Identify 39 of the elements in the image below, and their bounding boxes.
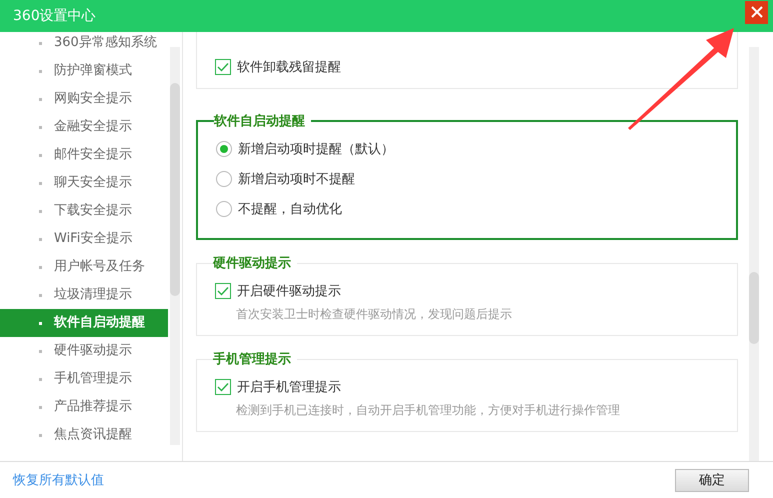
sidebar-item[interactable]: 软件自启动提醒 xyxy=(0,309,168,337)
sidebar-item[interactable]: 硬件驱动提示 xyxy=(0,337,168,365)
sidebar-item[interactable]: 金融安全提示 xyxy=(0,113,168,141)
group-title: 手机管理提示 xyxy=(213,350,292,368)
sidebar-item[interactable]: 焦点资讯提醒 xyxy=(0,421,168,449)
sidebar-item[interactable]: 下载安全提示 xyxy=(0,197,168,225)
sidebar-item[interactable]: 垃圾清理提示 xyxy=(0,281,168,309)
close-icon xyxy=(750,6,762,18)
radio-option[interactable]: 新增启动项时提醒（默认） xyxy=(216,134,720,164)
option-description: 检测到手机已连接时，自动开启手机管理功能，方便对手机进行操作管理 xyxy=(235,402,621,419)
close-button[interactable] xyxy=(745,0,768,24)
option-description: 首次安装卫士时检查硬件驱动情况，发现问题后提示 xyxy=(235,306,513,323)
sidebar-item[interactable]: 360异常感知系统 xyxy=(0,32,168,57)
checkbox-option[interactable]: 软件卸载残留提醒 xyxy=(215,52,721,82)
group-title: 硬件驱动提示 xyxy=(213,255,292,272)
radio-option[interactable]: 不提醒，自动优化 xyxy=(216,194,720,224)
sidebar-item[interactable]: 产品推荐提示 xyxy=(0,393,168,421)
checkbox[interactable] xyxy=(215,379,231,395)
radio-option[interactable]: 新增启动项时不提醒 xyxy=(216,164,720,194)
scrollbar-thumb[interactable] xyxy=(749,272,759,344)
ok-button[interactable]: 确定 xyxy=(675,468,749,492)
radio-button[interactable] xyxy=(216,171,232,187)
radio-button[interactable] xyxy=(216,201,232,217)
restore-defaults-link[interactable]: 恢复所有默认值 xyxy=(13,471,104,489)
scrollbar-thumb[interactable] xyxy=(170,83,180,296)
sidebar-item[interactable]: 用户帐号及任务 xyxy=(0,253,168,281)
checkbox-option[interactable]: 开启硬件驱动提示 xyxy=(215,276,721,306)
checkbox[interactable] xyxy=(215,283,231,299)
group-title: 软件自启动提醒 xyxy=(214,112,306,130)
sidebar-item[interactable]: 聊天安全提示 xyxy=(0,169,168,197)
sidebar-item[interactable]: 邮件安全提示 xyxy=(0,141,168,169)
radio-button[interactable] xyxy=(216,141,232,157)
window-title: 360设置中心 xyxy=(13,7,96,25)
checkbox[interactable] xyxy=(215,59,231,75)
checkbox-option[interactable]: 开启手机管理提示 xyxy=(215,372,721,402)
sidebar-item[interactable]: 手机管理提示 xyxy=(0,365,168,393)
sidebar-item[interactable]: 网购安全提示 xyxy=(0,85,168,113)
sidebar-item[interactable]: WiFi安全提示 xyxy=(0,225,168,253)
sidebar-item[interactable]: 防护弹窗模式 xyxy=(0,57,168,85)
